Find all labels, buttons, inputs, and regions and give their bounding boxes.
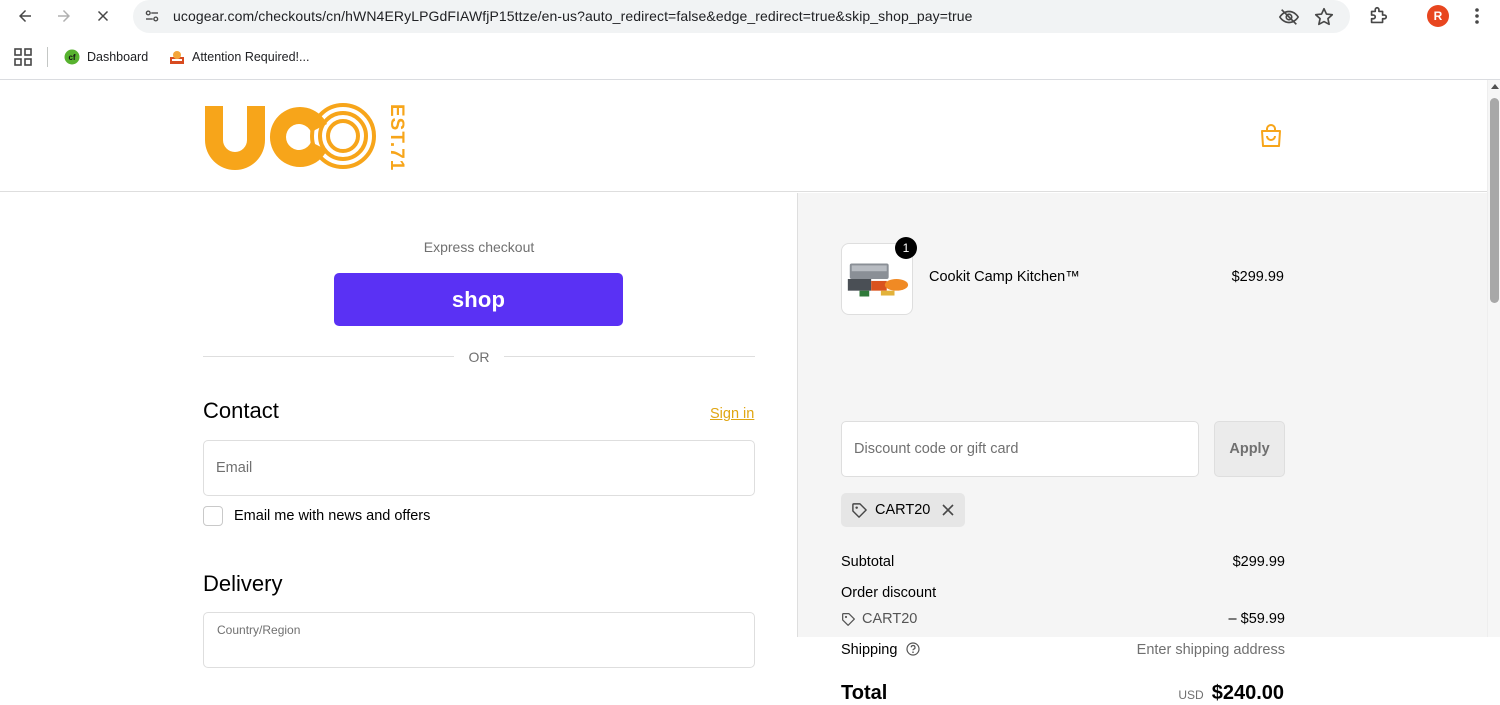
order-summary: 1 Cookit Camp Kitchen™ $299.99 Apply CAR…	[797, 193, 1487, 704]
subtotal-row: Subtotal $299.99	[841, 554, 1285, 570]
country-region-label: Country/Region	[217, 623, 301, 637]
shopping-bag-icon[interactable]	[1258, 123, 1284, 149]
discount-code-text: CART20	[862, 611, 918, 627]
scrollbar-thumb[interactable]	[1490, 98, 1499, 303]
stop-loading-button[interactable]	[91, 4, 115, 28]
product-price: $299.99	[1231, 269, 1284, 285]
applied-discount-chip: CART20	[841, 493, 966, 527]
checkout-page: EST.71 Express checkout shop OR Contact …	[0, 80, 1487, 704]
email-field[interactable]	[203, 440, 755, 496]
shop-pay-label: shop	[451, 286, 506, 312]
tag-icon	[852, 502, 867, 518]
quantity-badge: 1	[895, 237, 917, 259]
discount-code-field[interactable]	[841, 421, 1199, 477]
express-checkout-label: Express checkout	[423, 239, 535, 255]
apps-grid-icon[interactable]	[14, 48, 32, 66]
site-settings-icon[interactable]	[143, 7, 161, 25]
discount-value: – $59.99	[1228, 611, 1285, 627]
contact-heading: Contact	[203, 398, 279, 423]
scroll-up-arrow-icon[interactable]	[1491, 84, 1499, 89]
subtotal-value: $299.99	[1232, 554, 1285, 570]
bookmark-label: Attention Required!...	[192, 50, 310, 64]
dashboard-favicon-icon: cf	[64, 49, 80, 65]
product-name: Cookit Camp Kitchen™	[929, 269, 1080, 285]
eye-off-icon[interactable]	[1278, 6, 1300, 28]
url-text[interactable]: ucogear.com/checkouts/cn/hWN4ERyLPGdFIAW…	[173, 8, 973, 24]
shop-pay-button[interactable]: shop	[334, 273, 623, 326]
bookmarks-separator	[47, 47, 48, 67]
forward-button[interactable]	[52, 4, 76, 28]
arrow-right-icon	[58, 10, 70, 22]
cloudflare-favicon-icon	[170, 51, 184, 64]
extensions-icon[interactable]	[1367, 5, 1389, 27]
checkout-form: Express checkout shop OR Contact Sign in…	[0, 193, 797, 668]
close-icon	[97, 10, 109, 22]
help-circle-icon[interactable]	[906, 642, 921, 656]
bookmark-dashboard[interactable]: cf Dashboard	[64, 47, 148, 67]
page-scrollbar[interactable]	[1487, 80, 1500, 637]
subtotal-label: Subtotal	[841, 554, 895, 570]
star-icon[interactable]	[1313, 6, 1335, 28]
tag-icon	[842, 612, 855, 626]
total-label: Total	[841, 682, 888, 704]
order-discount-row: Order discount	[841, 585, 1285, 601]
apply-discount-button[interactable]: Apply	[1214, 421, 1285, 477]
shipping-row: Shipping Enter shipping address	[841, 642, 1285, 658]
or-divider: OR	[203, 348, 755, 366]
total-currency: USD	[1178, 688, 1204, 702]
shipping-label: Shipping	[841, 642, 898, 658]
address-bar[interactable]: ucogear.com/checkouts/cn/hWN4ERyLPGdFIAW…	[133, 0, 1350, 33]
or-label: OR	[468, 349, 490, 365]
back-button[interactable]	[13, 4, 37, 28]
profile-avatar[interactable]: R	[1427, 5, 1449, 27]
applied-code-label: CART20	[875, 502, 931, 518]
svg-text:EST.71: EST.71	[386, 104, 407, 170]
browser-chrome: ucogear.com/checkouts/cn/hWN4ERyLPGdFIAW…	[0, 0, 1500, 80]
newsletter-option[interactable]: Email me with news and offers	[203, 506, 430, 526]
delivery-heading: Delivery	[203, 571, 283, 596]
discount-code-input[interactable]	[842, 422, 1198, 476]
svg-text:cf: cf	[68, 53, 75, 62]
bookmark-attention-required[interactable]: Attention Required!...	[169, 47, 309, 67]
arrow-left-icon	[19, 10, 31, 22]
remove-discount-icon[interactable]	[941, 503, 955, 517]
bookmarks-bar: cf Dashboard Attention Required!...	[0, 42, 1500, 72]
store-header: EST.71	[0, 80, 1487, 192]
newsletter-checkbox[interactable]	[203, 506, 223, 526]
uco-logo[interactable]: EST.71	[203, 102, 413, 170]
bookmark-label: Dashboard	[87, 50, 149, 64]
order-discount-label: Order discount	[841, 585, 937, 601]
shipping-value: Enter shipping address	[1136, 642, 1285, 658]
newsletter-label: Email me with news and offers	[234, 508, 431, 524]
discount-code-row: CART20 – $59.99	[841, 611, 1285, 627]
sign-in-link[interactable]: Sign in	[710, 406, 754, 422]
email-input[interactable]	[204, 441, 754, 495]
discount-code-line: CART20	[841, 611, 1285, 627]
country-region-select[interactable]: Country/Region	[203, 612, 755, 668]
total-value: $240.00	[1211, 682, 1284, 704]
more-vert-icon[interactable]	[1469, 5, 1485, 27]
total-amount: USD $240.00	[1178, 682, 1284, 705]
